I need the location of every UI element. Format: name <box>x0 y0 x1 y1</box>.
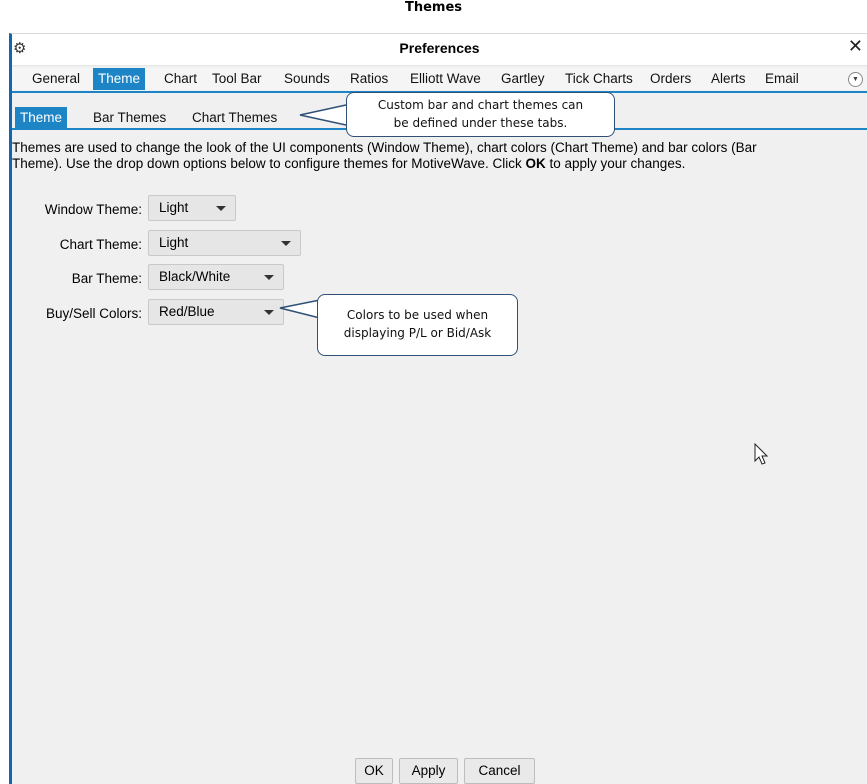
title-bar: ⚙ Preferences ✕ <box>12 34 867 66</box>
window-title: Preferences <box>399 40 480 56</box>
bar-theme-select[interactable]: Black/White <box>148 264 284 290</box>
tab-sounds[interactable]: Sounds <box>279 68 335 90</box>
bar-theme-value: Black/White <box>159 269 231 284</box>
preferences-dialog: ⚙ Preferences ✕ General Theme Chart Tool… <box>9 33 867 784</box>
subtab-theme[interactable]: Theme <box>15 107 68 128</box>
ok-button[interactable]: OK <box>355 758 393 784</box>
tab-elliott-wave[interactable]: Elliott Wave <box>405 68 486 90</box>
window-theme-select[interactable]: Light <box>148 195 236 221</box>
tab-alerts[interactable]: Alerts <box>706 68 751 90</box>
main-tab-bar: General Theme Chart Tool Bar Sounds Rati… <box>12 68 867 90</box>
description-text: Theme). Use the drop down options below … <box>12 156 526 171</box>
tab-gartley[interactable]: Gartley <box>496 68 550 90</box>
buy-sell-colors-callout: Colors to be used when displaying P/L or… <box>317 294 518 356</box>
mouse-cursor-icon <box>754 443 769 465</box>
buy-sell-colors-value: Red/Blue <box>159 304 215 319</box>
tab-tool-bar[interactable]: Tool Bar <box>207 68 267 90</box>
description-text-end: to apply your changes. <box>545 156 686 171</box>
chevron-down-icon <box>281 241 291 246</box>
cancel-button[interactable]: Cancel <box>464 758 535 784</box>
chart-theme-value: Light <box>159 235 189 250</box>
theme-description: Themes are used to change the look of th… <box>12 140 862 172</box>
window-theme-label: Window Theme: <box>44 202 142 217</box>
subtab-bar-themes[interactable]: Bar Themes <box>88 107 171 128</box>
description-ok-emphasis: OK <box>525 156 546 171</box>
description-line-2: Theme). Use the drop down options below … <box>12 156 862 172</box>
themes-tabs-callout: Custom bar and chart themes can be defin… <box>346 92 615 137</box>
chart-theme-select[interactable]: Light <box>148 230 301 256</box>
close-icon[interactable]: ✕ <box>848 36 863 57</box>
tab-chart[interactable]: Chart <box>159 68 202 90</box>
chevron-down-icon <box>264 275 274 280</box>
callout-line: Custom bar and chart themes can <box>377 98 584 112</box>
chart-theme-label: Chart Theme: <box>59 237 142 252</box>
callout-line: Colors to be used when <box>346 308 489 322</box>
callout-line: displaying P/L or Bid/Ask <box>343 326 492 340</box>
subtab-chart-themes[interactable]: Chart Themes <box>187 107 282 128</box>
tab-general[interactable]: General <box>27 68 85 90</box>
buy-sell-colors-label: Buy/Sell Colors: <box>45 306 142 321</box>
description-line-1: Themes are used to change the look of th… <box>12 140 757 155</box>
tab-orders[interactable]: Orders <box>645 68 696 90</box>
window-theme-value: Light <box>159 200 189 215</box>
chevron-down-icon <box>264 310 274 315</box>
tab-email[interactable]: Email <box>760 68 804 90</box>
tab-tick-charts[interactable]: Tick Charts <box>560 68 638 90</box>
tab-theme[interactable]: Theme <box>93 68 146 90</box>
callout-line: be defined under these tabs. <box>393 116 568 130</box>
tab-ratios[interactable]: Ratios <box>345 68 393 90</box>
apply-button[interactable]: Apply <box>399 758 458 784</box>
document-title: Themes <box>404 0 463 15</box>
bar-theme-label: Bar Theme: <box>71 271 142 286</box>
tab-overflow-icon[interactable]: ▼ <box>848 72 863 87</box>
buy-sell-colors-select[interactable]: Red/Blue <box>148 299 284 325</box>
chevron-down-icon <box>216 206 226 211</box>
